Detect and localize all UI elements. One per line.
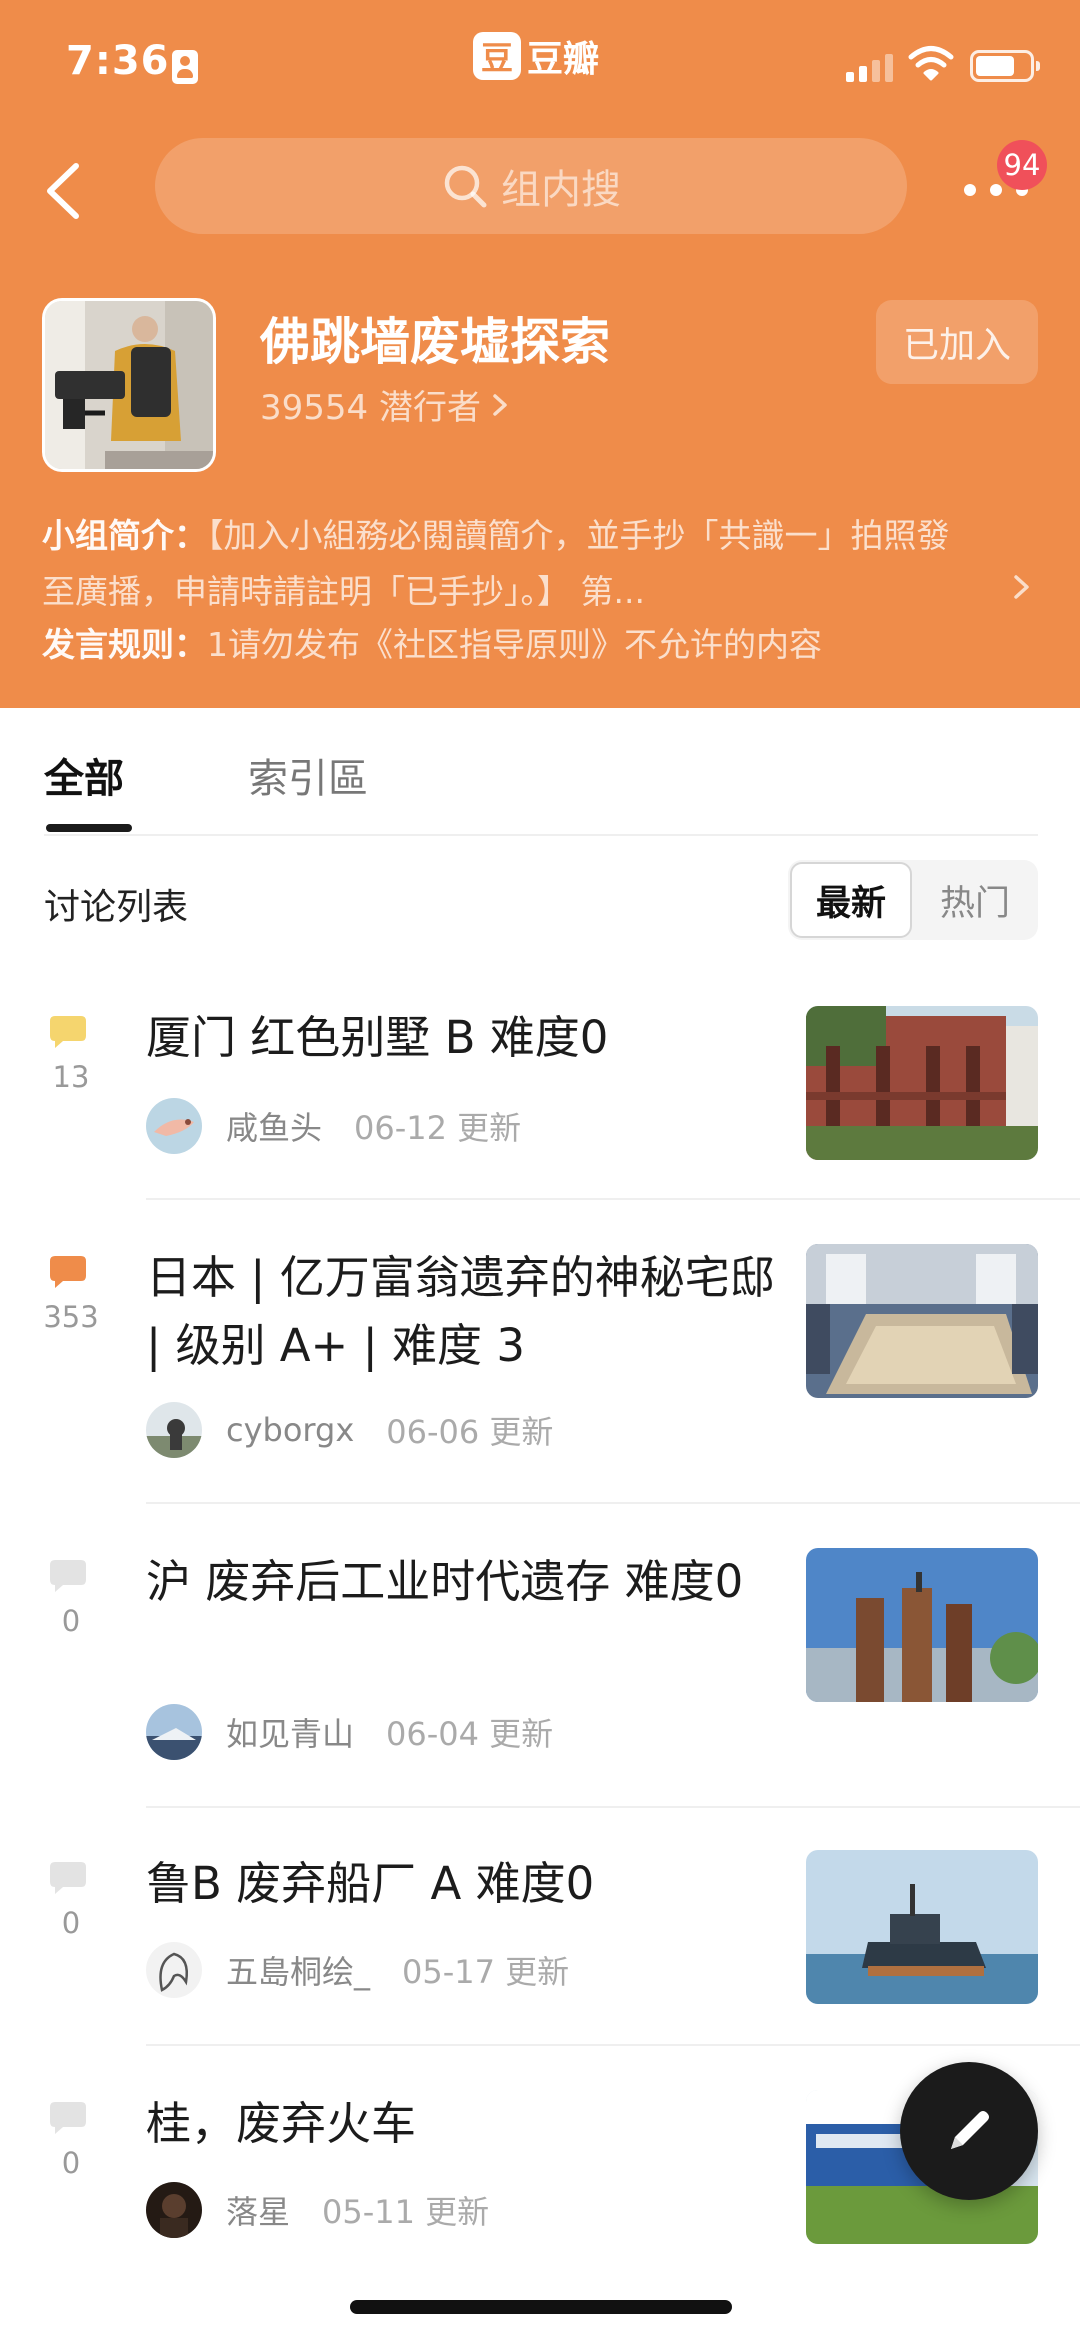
discussion-list-title: 讨论列表 xyxy=(44,887,189,928)
comment-bubble-icon xyxy=(50,1256,86,1288)
rules-label: 发言规则： xyxy=(42,625,207,664)
member-count[interactable]: 39554 潜行者 xyxy=(260,380,511,429)
comment-count: 0 xyxy=(61,1906,81,1940)
group-header: 7:36 豆 豆瓣 组内搜 94 佛跳墙废墟探索 39554 潜行者 已加入 小… xyxy=(0,0,1080,708)
battery-icon xyxy=(970,50,1040,82)
post-meta: cyborgx 06-06 更新 xyxy=(146,1402,553,1458)
tab-active-indicator xyxy=(46,824,132,832)
divider xyxy=(44,834,1038,836)
comment-bubble-icon xyxy=(50,1016,86,1048)
post-meta: 落星 05-11 更新 xyxy=(146,2182,489,2238)
comment-count: 0 xyxy=(61,2146,81,2180)
member-count-text: 39554 潜行者 xyxy=(260,388,481,428)
sort-toggle: 最新 热门 xyxy=(788,860,1038,940)
divider xyxy=(146,1806,1080,1808)
chevron-right-icon[interactable] xyxy=(1010,570,1034,604)
list-item[interactable]: 13 厦门 红色别墅 B 难度0 咸鱼头 06-12 更新 xyxy=(0,1004,1080,1200)
post-author: 咸鱼头 xyxy=(226,1109,323,1147)
search-input[interactable]: 组内搜 xyxy=(155,138,907,234)
sort-latest-button[interactable]: 最新 xyxy=(790,862,912,938)
list-item[interactable]: 0 鲁B 废弃船厂 A 难度0 五島桐绘_ 05-17 更新 xyxy=(0,1850,1080,2046)
notification-badge: 94 xyxy=(997,140,1047,190)
post-title: 鲁B 废弃船厂 A 难度0 xyxy=(146,1857,595,1910)
comment-bubble-icon xyxy=(50,2102,86,2134)
post-date: 06-06 更新 xyxy=(386,1413,554,1451)
status-time: 7:36 xyxy=(66,38,170,84)
avatar[interactable] xyxy=(146,2182,202,2238)
post-title: 沪 废弃后工业时代遗存 难度0 xyxy=(146,1555,744,1608)
compose-button[interactable] xyxy=(900,2062,1038,2200)
post-date: 06-04 更新 xyxy=(386,1715,554,1753)
post-title: 厦门 红色别墅 B 难度0 xyxy=(146,1011,609,1064)
home-indicator xyxy=(350,2300,732,2314)
post-author: cyborgx xyxy=(226,1411,355,1449)
post-thumbnail xyxy=(806,1548,1038,1702)
post-date: 05-11 更新 xyxy=(322,2193,490,2231)
post-thumbnail xyxy=(806,1006,1038,1160)
comment-bubble-icon xyxy=(50,1560,86,1592)
comment-bubble-icon xyxy=(50,1862,86,1894)
post-author: 如见青山 xyxy=(226,1715,355,1753)
rules-text: 1请勿发布《社区指导原则》不允许的内容 xyxy=(207,625,822,664)
pencil-icon xyxy=(951,2111,989,2149)
divider xyxy=(146,1198,1080,1200)
avatar[interactable] xyxy=(146,1942,202,1998)
avatar[interactable] xyxy=(146,1402,202,1458)
post-meta: 咸鱼头 06-12 更新 xyxy=(146,1098,521,1154)
comment-count: 0 xyxy=(61,1604,81,1638)
divider xyxy=(146,2044,1080,2046)
post-title: 日本 | 亿万富翁遗弃的神秘宅邸 | 级别 A+ | 难度 3 xyxy=(146,1251,775,1372)
post-title: 桂，废弃火车 xyxy=(146,2097,417,2150)
avatar[interactable] xyxy=(146,1098,202,1154)
comment-count: 13 xyxy=(52,1060,90,1094)
search-placeholder: 组内搜 xyxy=(501,167,621,213)
avatar[interactable] xyxy=(146,1704,202,1760)
group-name: 佛跳墙废墟探索 xyxy=(260,313,610,371)
douban-logo-text: 豆瓣 xyxy=(527,39,600,80)
sort-hot-button[interactable]: 热门 xyxy=(914,862,1036,938)
post-author: 落星 xyxy=(226,2193,291,2231)
post-thumbnail xyxy=(806,1244,1038,1398)
list-item[interactable]: 353 日本 | 亿万富翁遗弃的神秘宅邸 | 级别 A+ | 难度 3 cybo… xyxy=(0,1244,1080,1506)
tab-all[interactable]: 全部 xyxy=(44,746,124,804)
comment-count: 353 xyxy=(43,1300,99,1334)
divider xyxy=(146,1502,1080,1504)
post-date: 05-17 更新 xyxy=(402,1953,570,1991)
chevron-right-icon xyxy=(493,393,507,416)
cellular-signal-icon xyxy=(846,52,896,82)
post-meta: 五島桐绘_ 05-17 更新 xyxy=(146,1942,569,1998)
id-card-icon xyxy=(172,50,198,84)
post-date: 06-12 更新 xyxy=(354,1109,522,1147)
group-intro[interactable]: 小组简介：【加入小組務必閱讀簡介，並手抄「共識一」拍照發至廣播，申請時請註明「已… xyxy=(42,508,982,620)
search-icon xyxy=(444,165,487,208)
posting-rules[interactable]: 发言规则：1请勿发布《社区指导原则》不允许的内容 xyxy=(42,618,822,666)
post-meta: 如见青山 06-04 更新 xyxy=(146,1704,553,1760)
post-author: 五島桐绘_ xyxy=(226,1953,371,1991)
tab-index[interactable]: 索引區 xyxy=(248,746,368,804)
intro-label: 小组简介： xyxy=(42,516,207,555)
list-item[interactable]: 0 沪 废弃后工业时代遗存 难度0 如见青山 06-04 更新 xyxy=(0,1548,1080,1810)
chevron-left-icon[interactable] xyxy=(36,158,96,224)
douban-logo-mark: 豆 xyxy=(473,32,521,80)
post-thumbnail xyxy=(806,1850,1038,2004)
group-avatar[interactable] xyxy=(42,298,216,472)
douban-logo: 豆 豆瓣 xyxy=(473,30,599,82)
joined-button[interactable]: 已加入 xyxy=(876,300,1038,384)
wifi-icon xyxy=(908,46,954,81)
